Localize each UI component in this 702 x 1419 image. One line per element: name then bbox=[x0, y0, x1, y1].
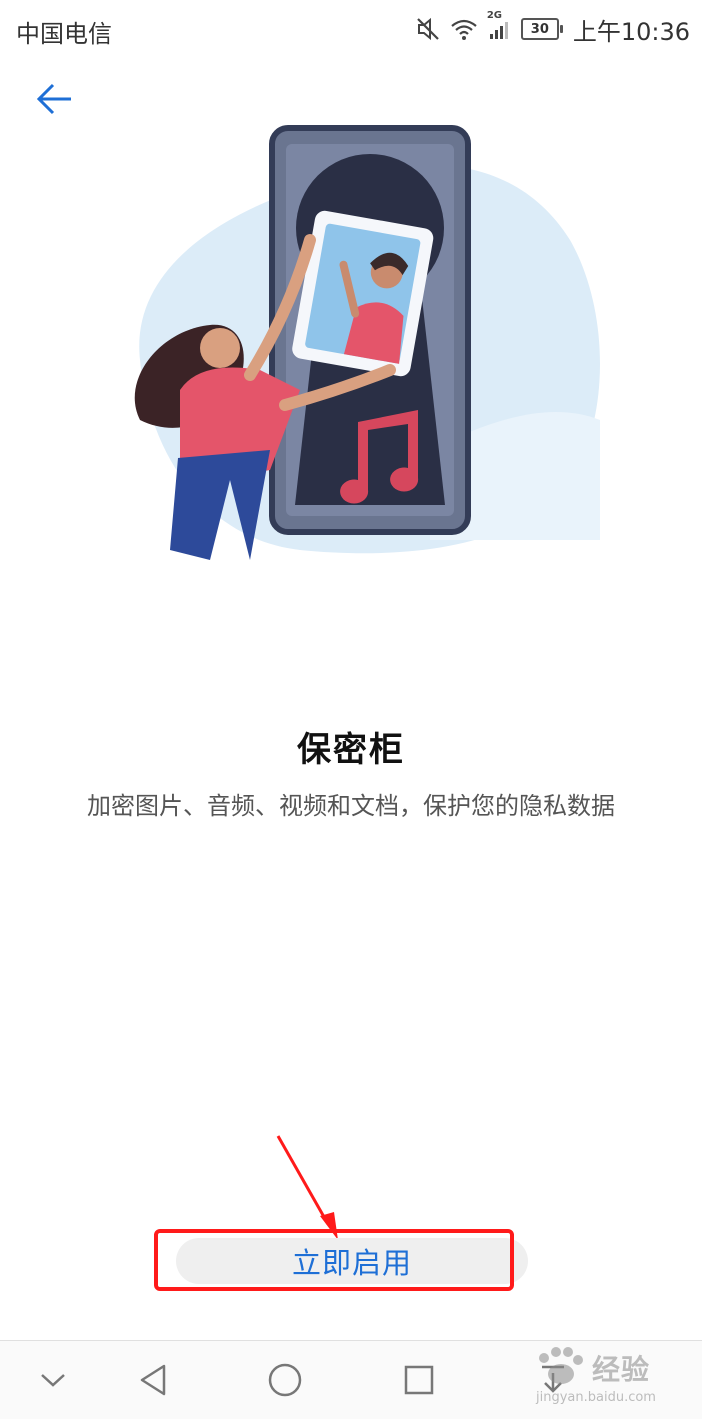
collapse-icon bbox=[41, 1374, 65, 1387]
wifi-icon bbox=[449, 16, 479, 42]
status-time: 上午10:36 bbox=[572, 17, 690, 46]
nav-back-button[interactable] bbox=[130, 1357, 176, 1403]
collapse-button[interactable] bbox=[30, 1357, 76, 1403]
back-arrow-icon bbox=[36, 83, 71, 115]
feature-description: 加密图片、音频、视频和文档，保护您的隐私数据 bbox=[87, 792, 615, 820]
status-bar: 中国电信 2G 30 上午10:36 bbox=[0, 0, 702, 58]
annotation-highlight-box bbox=[154, 1229, 514, 1291]
signal-icon: 2G bbox=[487, 10, 513, 42]
carrier-name: 中国电信 bbox=[16, 20, 112, 48]
paw-logo-icon bbox=[539, 1347, 583, 1384]
watermark-domain: jingyan.baidu.com bbox=[536, 1390, 656, 1405]
recents-square-icon bbox=[404, 1365, 434, 1395]
home-circle-icon bbox=[268, 1363, 302, 1397]
mute-icon bbox=[415, 16, 441, 42]
baidu-jingyan-watermark: 经验 jingyan.baidu.com bbox=[532, 1346, 662, 1410]
nav-recents-button[interactable] bbox=[396, 1357, 442, 1403]
feature-title: 保密柜 bbox=[297, 730, 405, 770]
safe-box-illustration bbox=[100, 120, 620, 570]
battery-icon: 30 bbox=[520, 18, 563, 40]
back-triangle-icon bbox=[140, 1364, 166, 1396]
watermark-brand: 经验 bbox=[592, 1353, 651, 1386]
network-type-label: 2G bbox=[486, 10, 502, 21]
status-icons: 2G 30 上午10:36 bbox=[415, 10, 690, 48]
battery-level: 30 bbox=[520, 18, 563, 40]
back-button[interactable] bbox=[28, 76, 78, 122]
nav-home-button[interactable] bbox=[262, 1357, 308, 1403]
annotation-arrow bbox=[276, 1135, 338, 1240]
